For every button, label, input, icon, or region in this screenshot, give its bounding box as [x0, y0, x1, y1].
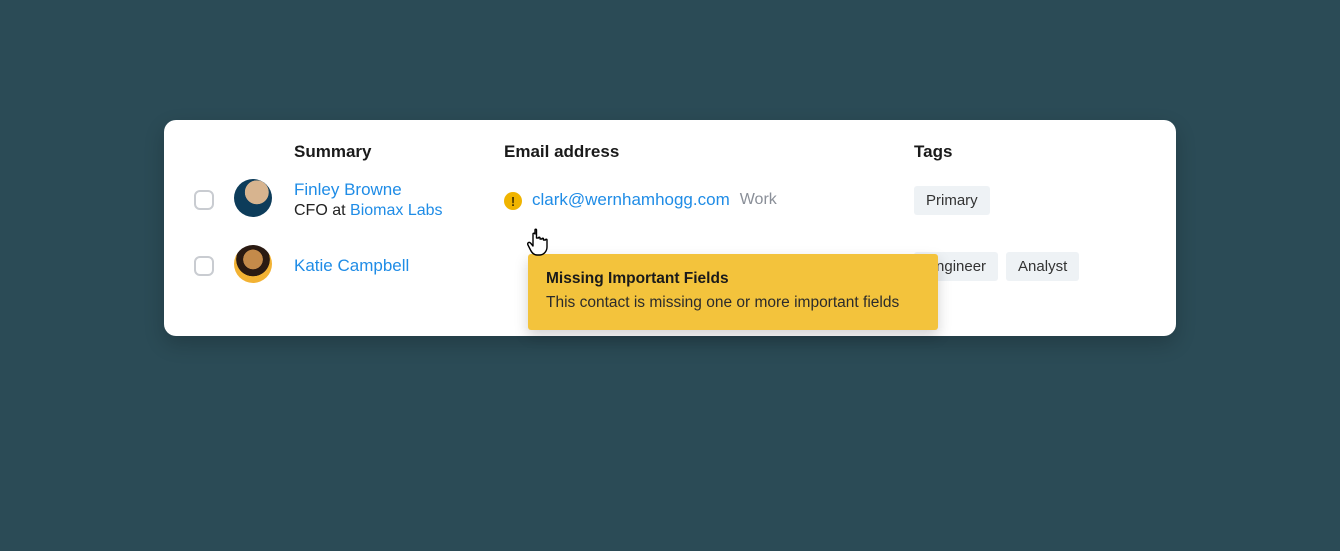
row-checkbox[interactable]	[194, 256, 214, 276]
contact-name-link[interactable]: Finley Browne	[294, 180, 504, 200]
email-type-label: Work	[740, 191, 777, 209]
tag[interactable]: Analyst	[1006, 252, 1079, 281]
role-prefix: CFO at	[294, 202, 350, 219]
tags-cell: Engineer Analyst	[914, 252, 1144, 281]
contact-subline: CFO at Biomax Labs	[294, 202, 504, 220]
tooltip-title: Missing Important Fields	[546, 270, 920, 288]
row-checkbox[interactable]	[194, 190, 214, 210]
warning-icon[interactable]: !	[504, 192, 522, 210]
header-summary: Summary	[294, 142, 504, 162]
avatar[interactable]	[234, 179, 272, 217]
avatar[interactable]	[234, 245, 272, 283]
tooltip-body: This contact is missing one or more impo…	[546, 294, 920, 312]
email-link[interactable]: clark@wernhamhogg.com	[532, 190, 730, 210]
company-link[interactable]: Biomax Labs	[350, 202, 443, 219]
contact-name-link[interactable]: Katie Campbell	[294, 256, 504, 276]
warning-tooltip: Missing Important Fields This contact is…	[528, 254, 938, 330]
header-email: Email address	[504, 142, 914, 162]
header-tags: Tags	[914, 142, 1144, 162]
table-row: Finley Browne CFO at Biomax Labs ! clark…	[194, 176, 1146, 224]
tags-cell: Primary	[914, 186, 1144, 215]
tag[interactable]: Primary	[914, 186, 990, 215]
table-header: Summary Email address Tags	[194, 142, 1146, 162]
